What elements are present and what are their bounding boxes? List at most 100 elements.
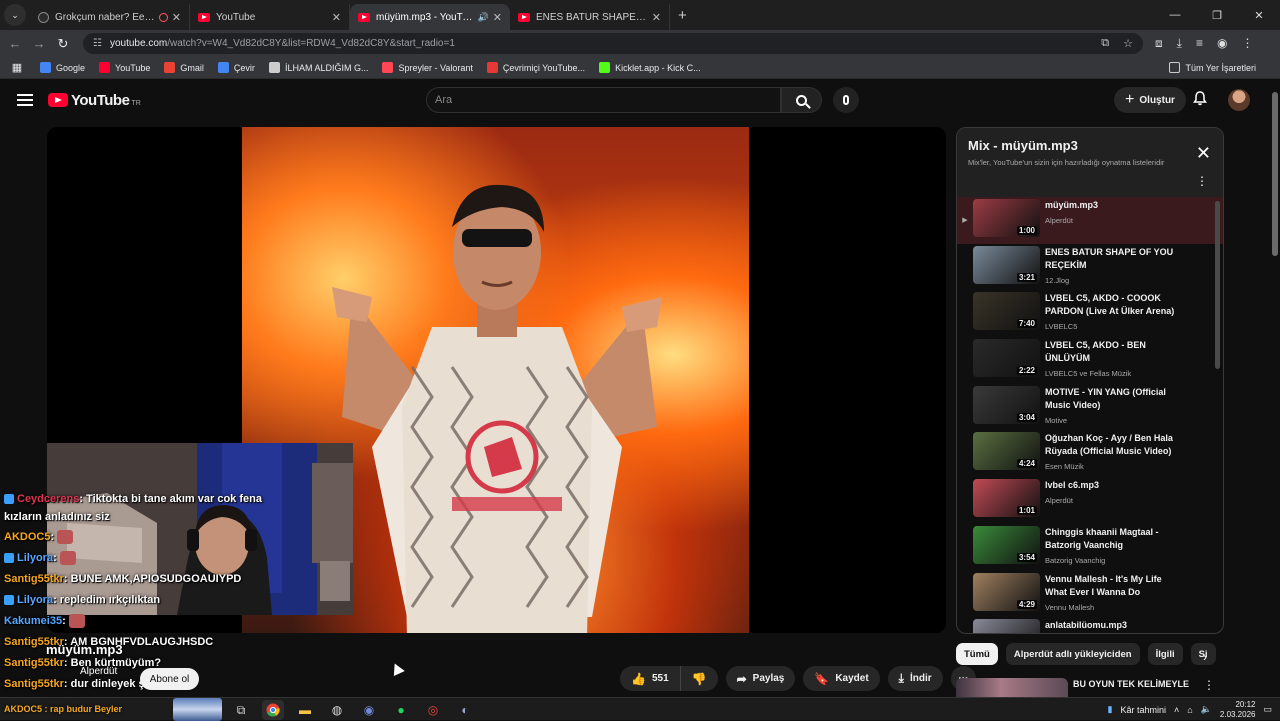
discord-icon[interactable]: ◉	[358, 700, 380, 720]
browser-tab[interactable]: Grokçum naber? Ee ben şim ✕	[30, 4, 190, 30]
download-button[interactable]: ⤓ İndir	[887, 666, 943, 691]
filter-chip[interactable]: Tümü	[956, 643, 998, 665]
weather-label[interactable]: Kâr tahmini	[1120, 705, 1166, 715]
browser-tab[interactable]: YouTube ✕	[190, 4, 350, 30]
forward-icon[interactable]: →	[27, 36, 51, 51]
bookmark-item[interactable]: YouTube	[99, 62, 150, 73]
video-thumbnail[interactable]: 4:24	[973, 432, 1040, 471]
bookmark-item[interactable]: Google	[40, 62, 85, 73]
create-button[interactable]: + Oluştur	[1114, 87, 1186, 113]
clock[interactable]: 20:12 2.03.2026	[1220, 700, 1256, 720]
recorder-icon[interactable]: ◎	[422, 700, 444, 720]
playlist-item[interactable]: 3:21 ENES BATUR SHAPE OF YOU REÇEKİM 12.Jl…	[957, 244, 1223, 291]
playlist-item[interactable]: 7:40 LVBEL C5, AKDO - COOOK PARDON (Live …	[957, 290, 1223, 337]
video-thumbnail[interactable]: 1:00	[973, 199, 1040, 237]
chrome-menu-icon[interactable]: ⋮	[1241, 36, 1253, 51]
playlist-video-title[interactable]: LVBEL C5, AKDO - COOOK PARDON (Live At Ü…	[1045, 292, 1185, 318]
playlist-video-title[interactable]: Oğuzhan Koç - Ayy / Ben Hala Rüyada (Off…	[1045, 432, 1185, 458]
bookmark-star-icon[interactable]: ☆	[1123, 37, 1133, 50]
playlist-item[interactable]: 4:24 Oğuzhan Koç - Ayy / Ben Hala Rüyada …	[957, 430, 1223, 477]
notification-icon[interactable]: ▭	[1263, 704, 1272, 715]
close-tab-icon[interactable]: ✕	[493, 11, 502, 24]
playlist-item[interactable]: 3:54 Chinggis khaanii Magtaal - Batzorig …	[957, 524, 1223, 571]
bookmark-item[interactable]: Kicklet.app - Kick C...	[599, 62, 701, 73]
network-icon[interactable]: ⌂	[1187, 705, 1192, 715]
subscribe-button[interactable]: Abone ol	[140, 668, 199, 690]
youtube-logo[interactable]: YouTube TR	[48, 92, 141, 109]
playlist-video-title[interactable]: lvbel c6.mp3	[1045, 479, 1185, 492]
notifications-bell-icon[interactable]	[1193, 91, 1207, 106]
task-view-icon[interactable]: ⧉	[230, 700, 252, 720]
playlist-item[interactable]: 4:29 Vennu Mallesh - It's My Life What Ev…	[957, 571, 1223, 618]
bookmark-item[interactable]: Çevir	[217, 62, 255, 73]
spotify-icon[interactable]: ●	[390, 700, 412, 720]
profile-icon[interactable]: ◉	[1217, 36, 1227, 51]
search-input[interactable]: Ara	[426, 87, 781, 113]
playlist-item[interactable]: ▶ 1:00 müyüm.mp3 Alperdüt	[957, 197, 1223, 244]
video-thumbnail[interactable]: 3:21	[973, 245, 1040, 284]
bookmark-item[interactable]: İLHAM ALDIĞIM G...	[268, 62, 368, 73]
like-button[interactable]: 👍 551	[620, 666, 681, 691]
video-thumbnail[interactable]: 3:54	[973, 525, 1040, 564]
video-thumbnail[interactable]: 4:29	[973, 572, 1040, 611]
playlist-video-title[interactable]: Chinggis khaanii Magtaal - Batzorig Vaan…	[1045, 526, 1185, 552]
restore-icon[interactable]: ❐	[1196, 9, 1238, 22]
close-tab-icon[interactable]: ✕	[332, 11, 341, 24]
playlist-video-title[interactable]: ENES BATUR SHAPE OF YOU REÇEKİM	[1045, 246, 1185, 272]
bookmark-item[interactable]: Spreyler - Valorant	[382, 62, 473, 73]
obs-icon[interactable]: ◍	[326, 700, 348, 720]
speaker-icon[interactable]: 🔊	[478, 12, 489, 23]
search-highlight-image[interactable]	[173, 698, 222, 721]
browser-tab[interactable]: ENES BATUR SHAPE OF YOU R ✕	[510, 4, 670, 30]
voice-search-button[interactable]	[833, 87, 859, 113]
close-window-icon[interactable]: ✕	[1238, 9, 1280, 22]
close-tab-icon[interactable]: ✕	[172, 11, 181, 24]
url-input[interactable]: ☷ youtube.com/watch?v=W4_Vd82dC8Y&list=R…	[83, 33, 1143, 54]
playlist-video-title[interactable]: anlatabilüomu.mp3	[1045, 619, 1185, 632]
weather-icon[interactable]: ▮	[1107, 704, 1112, 715]
back-icon[interactable]: ←	[3, 36, 27, 51]
all-bookmarks-button[interactable]: Tüm Yer İşaretleri	[1169, 62, 1256, 73]
tab-search-button[interactable]: ⌄	[4, 4, 26, 26]
chevron-right-icon[interactable]: ›	[1203, 650, 1207, 664]
playlist-title[interactable]: Mix - müyüm.mp3	[968, 138, 1212, 153]
minimize-icon[interactable]: —	[1154, 9, 1196, 21]
playlist-video-title[interactable]: MOTIVE - YIN YANG (Official Music Video)	[1045, 386, 1185, 412]
tray-chevron-icon[interactable]: ˄	[1174, 705, 1179, 715]
page-scrollbar[interactable]	[1270, 80, 1280, 700]
filter-chip[interactable]: Alperdüt adlı yükleyiciden	[1005, 643, 1140, 665]
reload-icon[interactable]: ↻	[51, 36, 75, 52]
video-thumbnail[interactable]: 7:40	[973, 292, 1040, 331]
playlist-scrollbar[interactable]	[1215, 201, 1220, 633]
share-button[interactable]: ➦ Paylaş	[725, 666, 796, 691]
download-icon[interactable]: ⤓	[1177, 36, 1182, 51]
file-explorer-icon[interactable]: ▬	[294, 700, 316, 720]
bookmark-item[interactable]: Çevrimiçi YouTube...	[486, 62, 585, 73]
close-icon[interactable]: ✕	[1196, 143, 1211, 164]
search-button[interactable]	[781, 87, 822, 113]
filter-chip[interactable]: İlgili	[1147, 643, 1183, 665]
browser-tab-active[interactable]: müyüm.mp3 - YouTube 🔊 ✕	[350, 4, 510, 30]
apps-grid-icon[interactable]: ▦	[4, 61, 30, 74]
steam-icon[interactable]: ◐	[454, 700, 476, 720]
save-button[interactable]: 🔖 Kaydet	[803, 666, 880, 691]
video-thumbnail[interactable]: 2:22	[973, 339, 1040, 378]
channel-name[interactable]: Alperdüt	[80, 666, 117, 677]
playlist-item[interactable]: anlatabilüomu.mp3Alperdüt	[957, 617, 1223, 633]
extensions-icon[interactable]: ⧈	[1155, 36, 1163, 51]
playlist-item[interactable]: 3:04 MOTIVE - YIN YANG (Official Music Vi…	[957, 384, 1223, 431]
cast-icon[interactable]: ⧉	[1101, 37, 1109, 50]
video-thumbnail[interactable]: 1:01	[973, 479, 1040, 518]
video-thumbnail[interactable]: 3:04	[973, 385, 1040, 424]
more-vertical-icon[interactable]: ⋮	[1196, 174, 1208, 188]
dislike-button[interactable]: 👎	[680, 666, 718, 691]
chrome-icon[interactable]	[262, 700, 284, 720]
video-thumbnail[interactable]	[973, 619, 1040, 633]
playlist-video-title[interactable]: LVBEL C5, AKDO - BEN ÜNLÜYÜM	[1045, 339, 1185, 365]
volume-icon[interactable]: 🔈	[1201, 704, 1212, 715]
playlist-item[interactable]: 2:22 LVBEL C5, AKDO - BEN ÜNLÜYÜM LVBELC5 …	[957, 337, 1223, 384]
media-control-icon[interactable]: ≡	[1196, 36, 1203, 51]
close-tab-icon[interactable]: ✕	[652, 11, 661, 24]
bookmark-item[interactable]: Gmail	[164, 62, 204, 73]
account-avatar[interactable]	[1228, 89, 1250, 111]
